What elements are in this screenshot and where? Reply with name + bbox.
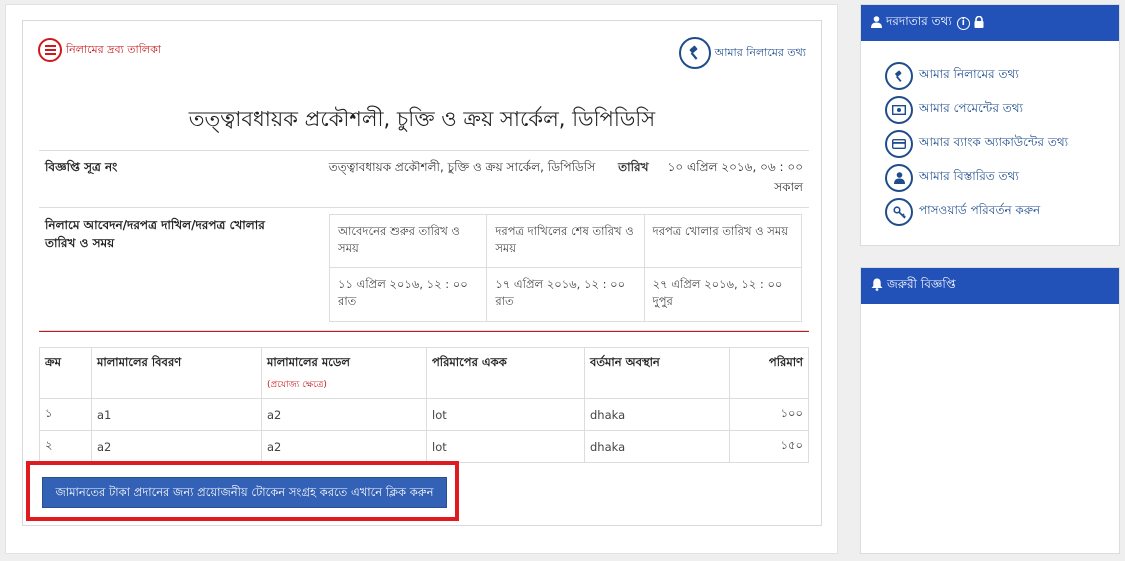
schedule-row: নিলামে আবেদন/দরপত্র দাখিল/দরপত্র খোলার ত… <box>39 207 809 331</box>
table-row: ১ a1 a2 lot dhaka ১০০ <box>39 398 809 431</box>
bidder-info-header: দরদাতার তথ্য i <box>861 5 1119 41</box>
bidder-menu: আমার নিলামের তথ্য আমার পেমেন্টের তথ্য আম… <box>861 41 1119 229</box>
schedule-cell: আবেদনের শুরুর তারিখ ও সময় দরপত্র দাখিলে… <box>299 207 809 331</box>
cell-quantity: ১০০ <box>729 398 809 431</box>
sidebar-item-label: পাসওয়ার্ড পরিবর্তন করুন <box>919 203 1041 217</box>
sidebar-item-label: আমার নিলামের তথ্য <box>919 67 1019 81</box>
cell-quantity: ১৫০ <box>729 430 809 463</box>
gavel-icon <box>885 62 913 90</box>
col-quantity: পরিমাণ <box>729 347 809 399</box>
bidder-info-panel: দরদাতার তথ্য i আমার নিলামের তথ্য আমার পে… <box>860 4 1120 246</box>
notice-ref-value-cell: তত্ত্বাবধায়ক প্রকৌশলী, চুক্তি ও ক্রয় স… <box>299 150 809 208</box>
sidebar-item-my-details[interactable]: আমার বিস্তারিত তথ্য <box>885 161 1119 195</box>
key-icon <box>885 198 913 226</box>
user-icon <box>885 164 913 192</box>
auction-detail-card: নিলামের দ্রব্য তালিকা আমার নিলামের তথ্য … <box>22 20 822 526</box>
list-icon <box>38 38 62 62</box>
sidebar-item-bank-account[interactable]: আমার ব্যাংক অ্যাকাউন্টের তথ্য <box>885 127 1119 161</box>
bidder-info-title: দরদাতার তথ্য <box>886 14 952 28</box>
notice-ref-row: বিজ্ঞপ্তি সূত্র নং তত্ত্বাবধায়ক প্রকৌশল… <box>39 150 809 208</box>
credit-card-icon <box>885 130 913 158</box>
my-auction-info-link[interactable]: আমার নিলামের তথ্য <box>678 37 806 69</box>
money-icon <box>885 96 913 124</box>
col-model-note: (প্রযোজ্য ক্ষেত্রে) <box>267 380 327 390</box>
schedule-value: ১৭ এপ্রিল ২০১৬, ১২ : ০০ রাত <box>486 267 645 322</box>
notice-ref-label: বিজ্ঞপ্তি সূত্র নং <box>39 150 299 208</box>
main-panel: নিলামের দ্রব্য তালিকা আমার নিলামের তথ্য … <box>5 4 838 554</box>
urgent-notice-title: জরুরী বিজ্ঞপ্তি <box>887 277 956 291</box>
collect-token-button[interactable]: জামানতের টাকা প্রদানের জন্য প্রয়োজনীয় … <box>42 477 447 508</box>
sidebar-item-my-payments[interactable]: আমার পেমেন্টের তথ্য <box>885 93 1119 127</box>
schedule-header: দরপত্র দাখিলের শেষ তারিখ ও সময় <box>486 214 645 268</box>
col-serial: ক্রম <box>39 347 92 399</box>
table-header-row: ক্রম মালামালের বিবরণ মালামালের মডেল (প্র… <box>39 347 809 399</box>
schedule-header: দরপত্র খোলার তারিখ ও সময় <box>643 214 803 268</box>
col-model: মালামালের মডেল (প্রযোজ্য ক্ষেত্রে) <box>261 347 427 399</box>
sidebar-item-my-auctions[interactable]: আমার নিলামের তথ্য <box>885 59 1119 93</box>
gavel-icon <box>678 37 711 69</box>
col-location: বর্তমান অবস্থান <box>584 347 730 399</box>
sidebar-item-label: আমার ব্যাংক অ্যাকাউন্টের তথ্য <box>919 135 1069 149</box>
schedule-header: আবেদনের শুরুর তারিখ ও সময় <box>328 214 488 268</box>
auction-item-list-link[interactable]: নিলামের দ্রব্য তালিকা <box>38 38 161 62</box>
notice-info-table: বিজ্ঞপ্তি সূত্র নং তত্ত্বাবধায়ক প্রকৌশল… <box>39 150 809 331</box>
col-unit: পরিমাপের একক <box>426 347 585 399</box>
cell-serial: ১ <box>39 398 92 431</box>
col-description: মালামালের বিবরণ <box>91 347 262 399</box>
page-title: তত্ত্বাবধায়ক প্রকৌশলী, চুক্তি ও ক্রয় স… <box>188 107 656 131</box>
cell-location: dhaka <box>584 430 730 463</box>
urgent-notice-header: জরুরী বিজ্ঞপ্তি <box>861 268 1119 304</box>
cell-location: dhaka <box>584 398 730 431</box>
schedule-value: ১১ এপ্রিল ২০১৬, ১২ : ০০ রাত <box>328 267 488 322</box>
cell-description: a2 <box>91 430 262 463</box>
cell-model: a2 <box>261 430 427 463</box>
table-row: ২ a2 a2 lot dhaka ১৫০ <box>39 430 809 463</box>
schedule-label: নিলামে আবেদন/দরপত্র দাখিল/দরপত্র খোলার ত… <box>39 207 299 331</box>
lock-icon <box>974 15 984 31</box>
date-label: তারিখ <box>618 160 649 174</box>
sidebar-item-label: আমার বিস্তারিত তথ্য <box>919 169 1019 183</box>
notice-ref-value: তত্ত্বাবধায়ক প্রকৌশলী, চুক্তি ও ক্রয় স… <box>328 160 596 174</box>
cell-unit: lot <box>426 430 585 463</box>
auction-items-table: ক্রম মালামালের বিবরণ মালামালের মডেল (প্র… <box>39 347 809 463</box>
date-value: ১০ এপ্রিল ২০১৬, ০৬ : ০০ সকাল <box>667 160 803 194</box>
divider <box>39 331 809 332</box>
sidebar-item-change-password[interactable]: পাসওয়ার্ড পরিবর্তন করুন <box>885 195 1119 229</box>
info-icon[interactable]: i <box>956 16 970 30</box>
urgent-notice-panel: জরুরী বিজ্ঞপ্তি <box>860 267 1120 554</box>
col-model-label: মালামালের মডেল <box>267 355 350 369</box>
schedule-table: আবেদনের শুরুর তারিখ ও সময় দরপত্র দাখিলে… <box>328 214 803 322</box>
bell-icon <box>871 278 883 294</box>
my-auction-info-label: আমার নিলামের তথ্য <box>714 45 806 59</box>
user-icon <box>871 15 882 31</box>
auction-item-list-label: নিলামের দ্রব্য তালিকা <box>66 42 161 56</box>
schedule-value: ২৭ এপ্রিল ২০১৬, ১২ : ০০ দুপুর <box>643 267 803 322</box>
cell-serial: ২ <box>39 430 92 463</box>
sidebar-item-label: আমার পেমেন্টের তথ্য <box>919 101 1023 115</box>
cell-model: a2 <box>261 398 427 431</box>
cell-unit: lot <box>426 398 585 431</box>
cell-description: a1 <box>91 398 262 431</box>
token-button-highlight: জামানতের টাকা প্রদানের জন্য প্রয়োজনীয় … <box>26 461 459 521</box>
